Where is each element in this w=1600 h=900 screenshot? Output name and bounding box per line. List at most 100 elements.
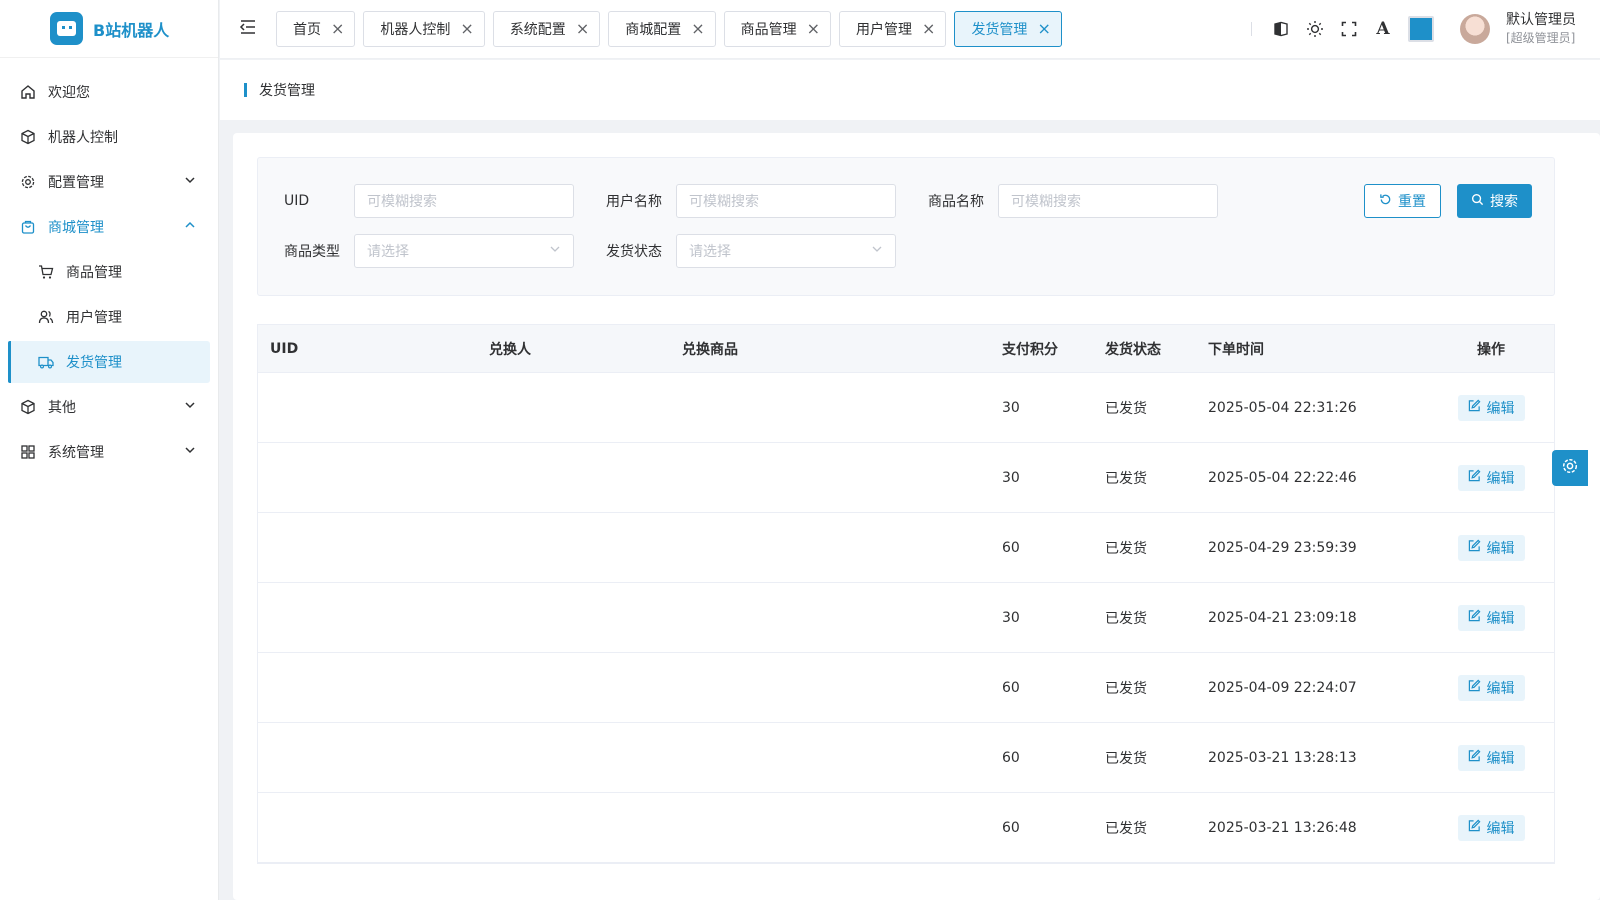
menu-fold-icon bbox=[239, 19, 257, 39]
username-input[interactable]: 可模糊搜索 bbox=[676, 184, 896, 218]
edit-label: 编辑 bbox=[1486, 820, 1515, 837]
truck-icon bbox=[38, 354, 54, 370]
tab-users[interactable]: 用户管理 × bbox=[839, 11, 947, 47]
search-label: 搜索 bbox=[1490, 194, 1518, 210]
edit-icon bbox=[1468, 469, 1481, 486]
close-icon[interactable]: × bbox=[1037, 21, 1050, 37]
cell-actions: 编辑 bbox=[1416, 464, 1554, 491]
edit-button[interactable]: 编辑 bbox=[1457, 814, 1525, 841]
tab-label: 发货管理 bbox=[971, 22, 1028, 38]
tab-goods[interactable]: 商品管理 × bbox=[723, 11, 832, 47]
tab-robot-control[interactable]: 机器人控制 × bbox=[363, 11, 485, 47]
sidebar: B站机器人 欢迎您 机器人控制 配置管理 商城管理 商品管理 用户管理 发货管理… bbox=[0, 0, 219, 900]
sidebar-item-robot-control[interactable]: 机器人控制 bbox=[8, 116, 210, 158]
edit-button[interactable]: 编辑 bbox=[1457, 534, 1525, 561]
sidebar-item-users[interactable]: 用户管理 bbox=[8, 296, 210, 338]
uid-placeholder: 可模糊搜索 bbox=[367, 194, 437, 210]
ship-status-select[interactable]: 请选择 bbox=[676, 234, 896, 268]
user-info[interactable]: 默认管理员 [超级管理员] bbox=[1506, 11, 1576, 47]
cell-status: 已发货 bbox=[1105, 540, 1147, 557]
goods-type-select[interactable]: 请选择 bbox=[354, 234, 574, 268]
close-icon[interactable]: × bbox=[807, 21, 820, 37]
reset-button[interactable]: 重置 bbox=[1364, 184, 1441, 218]
tab-system-config[interactable]: 系统配置 × bbox=[492, 11, 601, 47]
shipping-table: UID 兑换人 兑换商品 支付积分 发货状态 下单时间 操作 30 已发货 2025… bbox=[257, 324, 1555, 864]
col-redeemer: 兑换人 bbox=[489, 341, 531, 358]
goods-name-field: 商品名称 可模糊搜索 bbox=[928, 184, 1218, 218]
edit-label: 编辑 bbox=[1486, 470, 1515, 487]
table-header: UID 兑换人 兑换商品 支付积分 发货状态 下单时间 操作 bbox=[258, 325, 1554, 373]
cell-actions: 编辑 bbox=[1416, 814, 1554, 841]
app-logo[interactable]: B站机器人 bbox=[0, 0, 218, 58]
cell-points: 30 bbox=[1002, 399, 1020, 416]
close-icon[interactable]: × bbox=[576, 21, 589, 37]
cell-status: 已发货 bbox=[1105, 680, 1147, 697]
tab-shop-config[interactable]: 商城配置 × bbox=[608, 11, 716, 47]
edit-icon bbox=[1468, 819, 1481, 836]
robot-logo-icon bbox=[50, 12, 83, 45]
sidebar-item-welcome[interactable]: 欢迎您 bbox=[8, 71, 210, 113]
user-name: 默认管理员 bbox=[1506, 12, 1576, 28]
goods-type-field: 商品类型 请选择 bbox=[284, 234, 574, 268]
sidebar-item-shipping[interactable]: 发货管理 bbox=[8, 341, 210, 383]
box-icon bbox=[20, 399, 36, 415]
edit-icon bbox=[1468, 679, 1481, 696]
table-row: 60 已发货 2025-03-21 13:28:13 编辑 bbox=[258, 723, 1554, 793]
cell-actions: 编辑 bbox=[1416, 604, 1554, 631]
close-icon[interactable]: × bbox=[691, 21, 704, 37]
edit-icon bbox=[1468, 609, 1481, 626]
edit-icon bbox=[1468, 399, 1481, 416]
theme-color-picker[interactable] bbox=[1408, 16, 1434, 42]
chevron-down-icon bbox=[184, 444, 196, 460]
col-time: 下单时间 bbox=[1208, 341, 1264, 358]
contrast-icon[interactable] bbox=[1272, 20, 1290, 38]
table-row: 30 已发货 2025-04-21 23:09:18 编辑 bbox=[258, 583, 1554, 653]
sidebar-item-other[interactable]: 其他 bbox=[8, 386, 210, 428]
close-icon[interactable]: × bbox=[460, 21, 473, 37]
table-row: 60 已发货 2025-03-21 13:26:48 编辑 bbox=[258, 793, 1554, 863]
sidebar-item-system[interactable]: 系统管理 bbox=[8, 431, 210, 473]
close-icon[interactable]: × bbox=[922, 21, 935, 37]
search-button[interactable]: 搜索 bbox=[1457, 184, 1532, 218]
cell-actions: 编辑 bbox=[1416, 534, 1554, 561]
cell-points: 30 bbox=[1002, 469, 1020, 486]
col-uid: UID bbox=[270, 340, 299, 357]
edit-button[interactable]: 编辑 bbox=[1457, 674, 1525, 701]
cell-status: 已发货 bbox=[1105, 470, 1147, 487]
tab-label: 商品管理 bbox=[740, 22, 797, 38]
reset-label: 重置 bbox=[1398, 194, 1426, 210]
edit-button[interactable]: 编辑 bbox=[1457, 744, 1525, 771]
sun-icon[interactable] bbox=[1306, 20, 1324, 38]
tab-home[interactable]: 首页 × bbox=[276, 11, 356, 47]
fullscreen-icon[interactable] bbox=[1340, 20, 1358, 38]
tab-label: 商城配置 bbox=[625, 22, 682, 38]
tab-shipping[interactable]: 发货管理 × bbox=[954, 11, 1062, 47]
sidebar-item-label: 机器人控制 bbox=[48, 130, 118, 146]
avatar[interactable] bbox=[1460, 14, 1490, 44]
sidebar-item-shop[interactable]: 商城管理 bbox=[8, 206, 210, 248]
chevron-down-icon bbox=[549, 243, 561, 259]
tab-bar: 首页 × 机器人控制 × 系统配置 × 商城配置 × 商品管理 × 用户管理 × 发货管理 × bbox=[276, 11, 1062, 47]
tab-label: 系统配置 bbox=[509, 22, 566, 38]
collapse-menu-button[interactable] bbox=[220, 19, 276, 39]
edit-button[interactable]: 编辑 bbox=[1457, 394, 1525, 421]
uid-label: UID bbox=[284, 193, 310, 209]
font-size-icon[interactable]: A bbox=[1374, 19, 1392, 39]
close-icon[interactable]: × bbox=[331, 21, 344, 37]
edit-button[interactable]: 编辑 bbox=[1457, 464, 1525, 491]
edit-label: 编辑 bbox=[1486, 680, 1515, 697]
sidebar-item-config[interactable]: 配置管理 bbox=[8, 161, 210, 203]
sidebar-item-goods[interactable]: 商品管理 bbox=[8, 251, 210, 293]
uid-input[interactable]: 可模糊搜索 bbox=[354, 184, 574, 218]
grid-icon bbox=[20, 444, 36, 460]
cell-time: 2025-04-09 22:24:07 bbox=[1208, 679, 1357, 696]
title-accent-bar bbox=[244, 83, 247, 97]
goods-name-input[interactable]: 可模糊搜索 bbox=[998, 184, 1218, 218]
cell-status: 已发货 bbox=[1105, 610, 1147, 627]
edit-button[interactable]: 编辑 bbox=[1457, 604, 1525, 631]
ship-status-label: 发货状态 bbox=[606, 244, 662, 260]
cube-icon bbox=[20, 129, 36, 145]
sidebar-item-label: 商城管理 bbox=[48, 220, 104, 236]
settings-float-button[interactable] bbox=[1552, 450, 1588, 486]
sidebar-item-label: 用户管理 bbox=[66, 310, 122, 326]
